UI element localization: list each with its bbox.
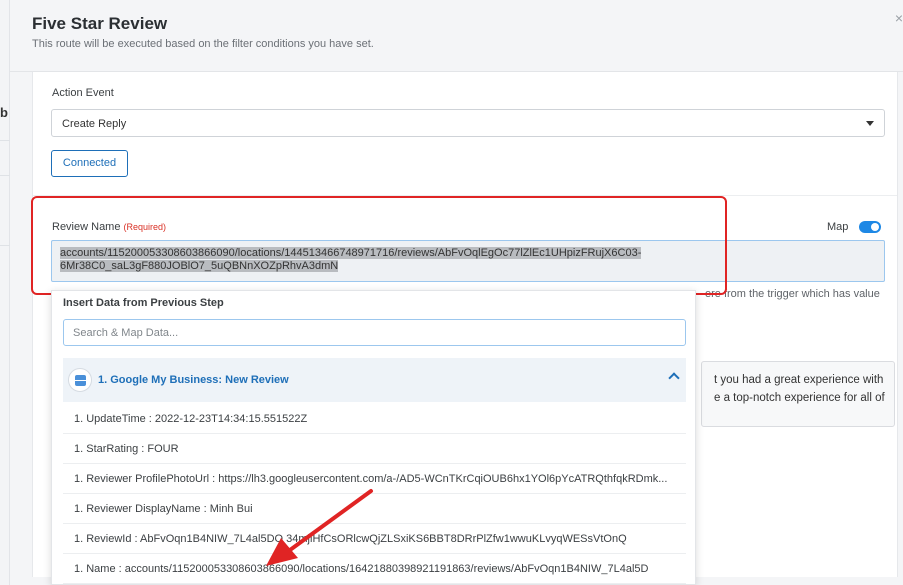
background-page-strip: b xyxy=(0,0,10,585)
chevron-up-icon xyxy=(668,372,680,384)
section-divider xyxy=(33,195,897,196)
review-name-label: Review Name (Required) xyxy=(52,221,166,233)
google-my-business-icon xyxy=(68,368,92,392)
background-text: b xyxy=(0,105,8,120)
reply-text-line: t you had a great experience with xyxy=(714,374,884,386)
google-my-business-group[interactable]: 1. Google My Business: New Review xyxy=(63,358,686,402)
review-name-value-line2: 6Mr38C0_saL3gF880JOBlO7_5uQBNnXOZpRhvA3d… xyxy=(60,260,339,272)
insert-data-dropdown: Insert Data from Previous Step 1. Google… xyxy=(51,290,696,585)
group-label: 1. Google My Business: New Review xyxy=(98,374,289,386)
action-event-select[interactable]: Create Reply xyxy=(51,109,885,137)
background-divider xyxy=(0,175,10,176)
field-hint-text: ere from the trigger which has value xyxy=(705,288,880,300)
list-item[interactable]: 1. Reviewer DisplayName : Minh Bui xyxy=(63,494,686,524)
list-item[interactable]: 1. StarRating : FOUR xyxy=(63,434,686,464)
review-name-value-line1: accounts/115200053308603866090/locations… xyxy=(60,247,642,259)
dropdown-title: Insert Data from Previous Step xyxy=(63,297,224,309)
modal-header: Five Star Review This route will be exec… xyxy=(10,0,903,72)
modal-title: Five Star Review xyxy=(32,14,168,33)
list-item[interactable]: 1. Name : accounts/115200053308603866090… xyxy=(63,554,686,584)
required-badge: (Required) xyxy=(123,222,166,232)
caret-down-icon xyxy=(866,121,874,126)
map-toggle[interactable] xyxy=(859,221,881,233)
reply-text-line: e a top-notch experience for all of xyxy=(714,392,885,404)
reply-text-box[interactable]: t you had a great experience with e a to… xyxy=(701,361,895,427)
action-event-label: Action Event xyxy=(52,87,114,99)
close-icon[interactable]: × xyxy=(895,10,903,26)
review-name-label-text: Review Name xyxy=(52,221,121,233)
connected-button[interactable]: Connected xyxy=(51,150,128,177)
list-item[interactable]: 1. Reviewer ProfilePhotoUrl : https://lh… xyxy=(63,464,686,494)
background-divider xyxy=(0,245,10,246)
search-map-data-input[interactable] xyxy=(63,319,686,346)
review-name-input[interactable]: accounts/115200053308603866090/locations… xyxy=(51,240,885,282)
map-label: Map xyxy=(827,221,849,233)
action-event-value: Create Reply xyxy=(62,118,127,130)
toggle-knob xyxy=(871,223,879,231)
modal-subtitle: This route will be executed based on the… xyxy=(32,38,374,50)
list-item[interactable]: 1. ReviewId : AbFvOqn1B4NIW_7L4al5DO 34m… xyxy=(63,524,686,554)
background-divider xyxy=(0,140,10,141)
list-item[interactable]: 1. UpdateTime : 2022-12-23T14:34:15.5515… xyxy=(63,404,686,434)
